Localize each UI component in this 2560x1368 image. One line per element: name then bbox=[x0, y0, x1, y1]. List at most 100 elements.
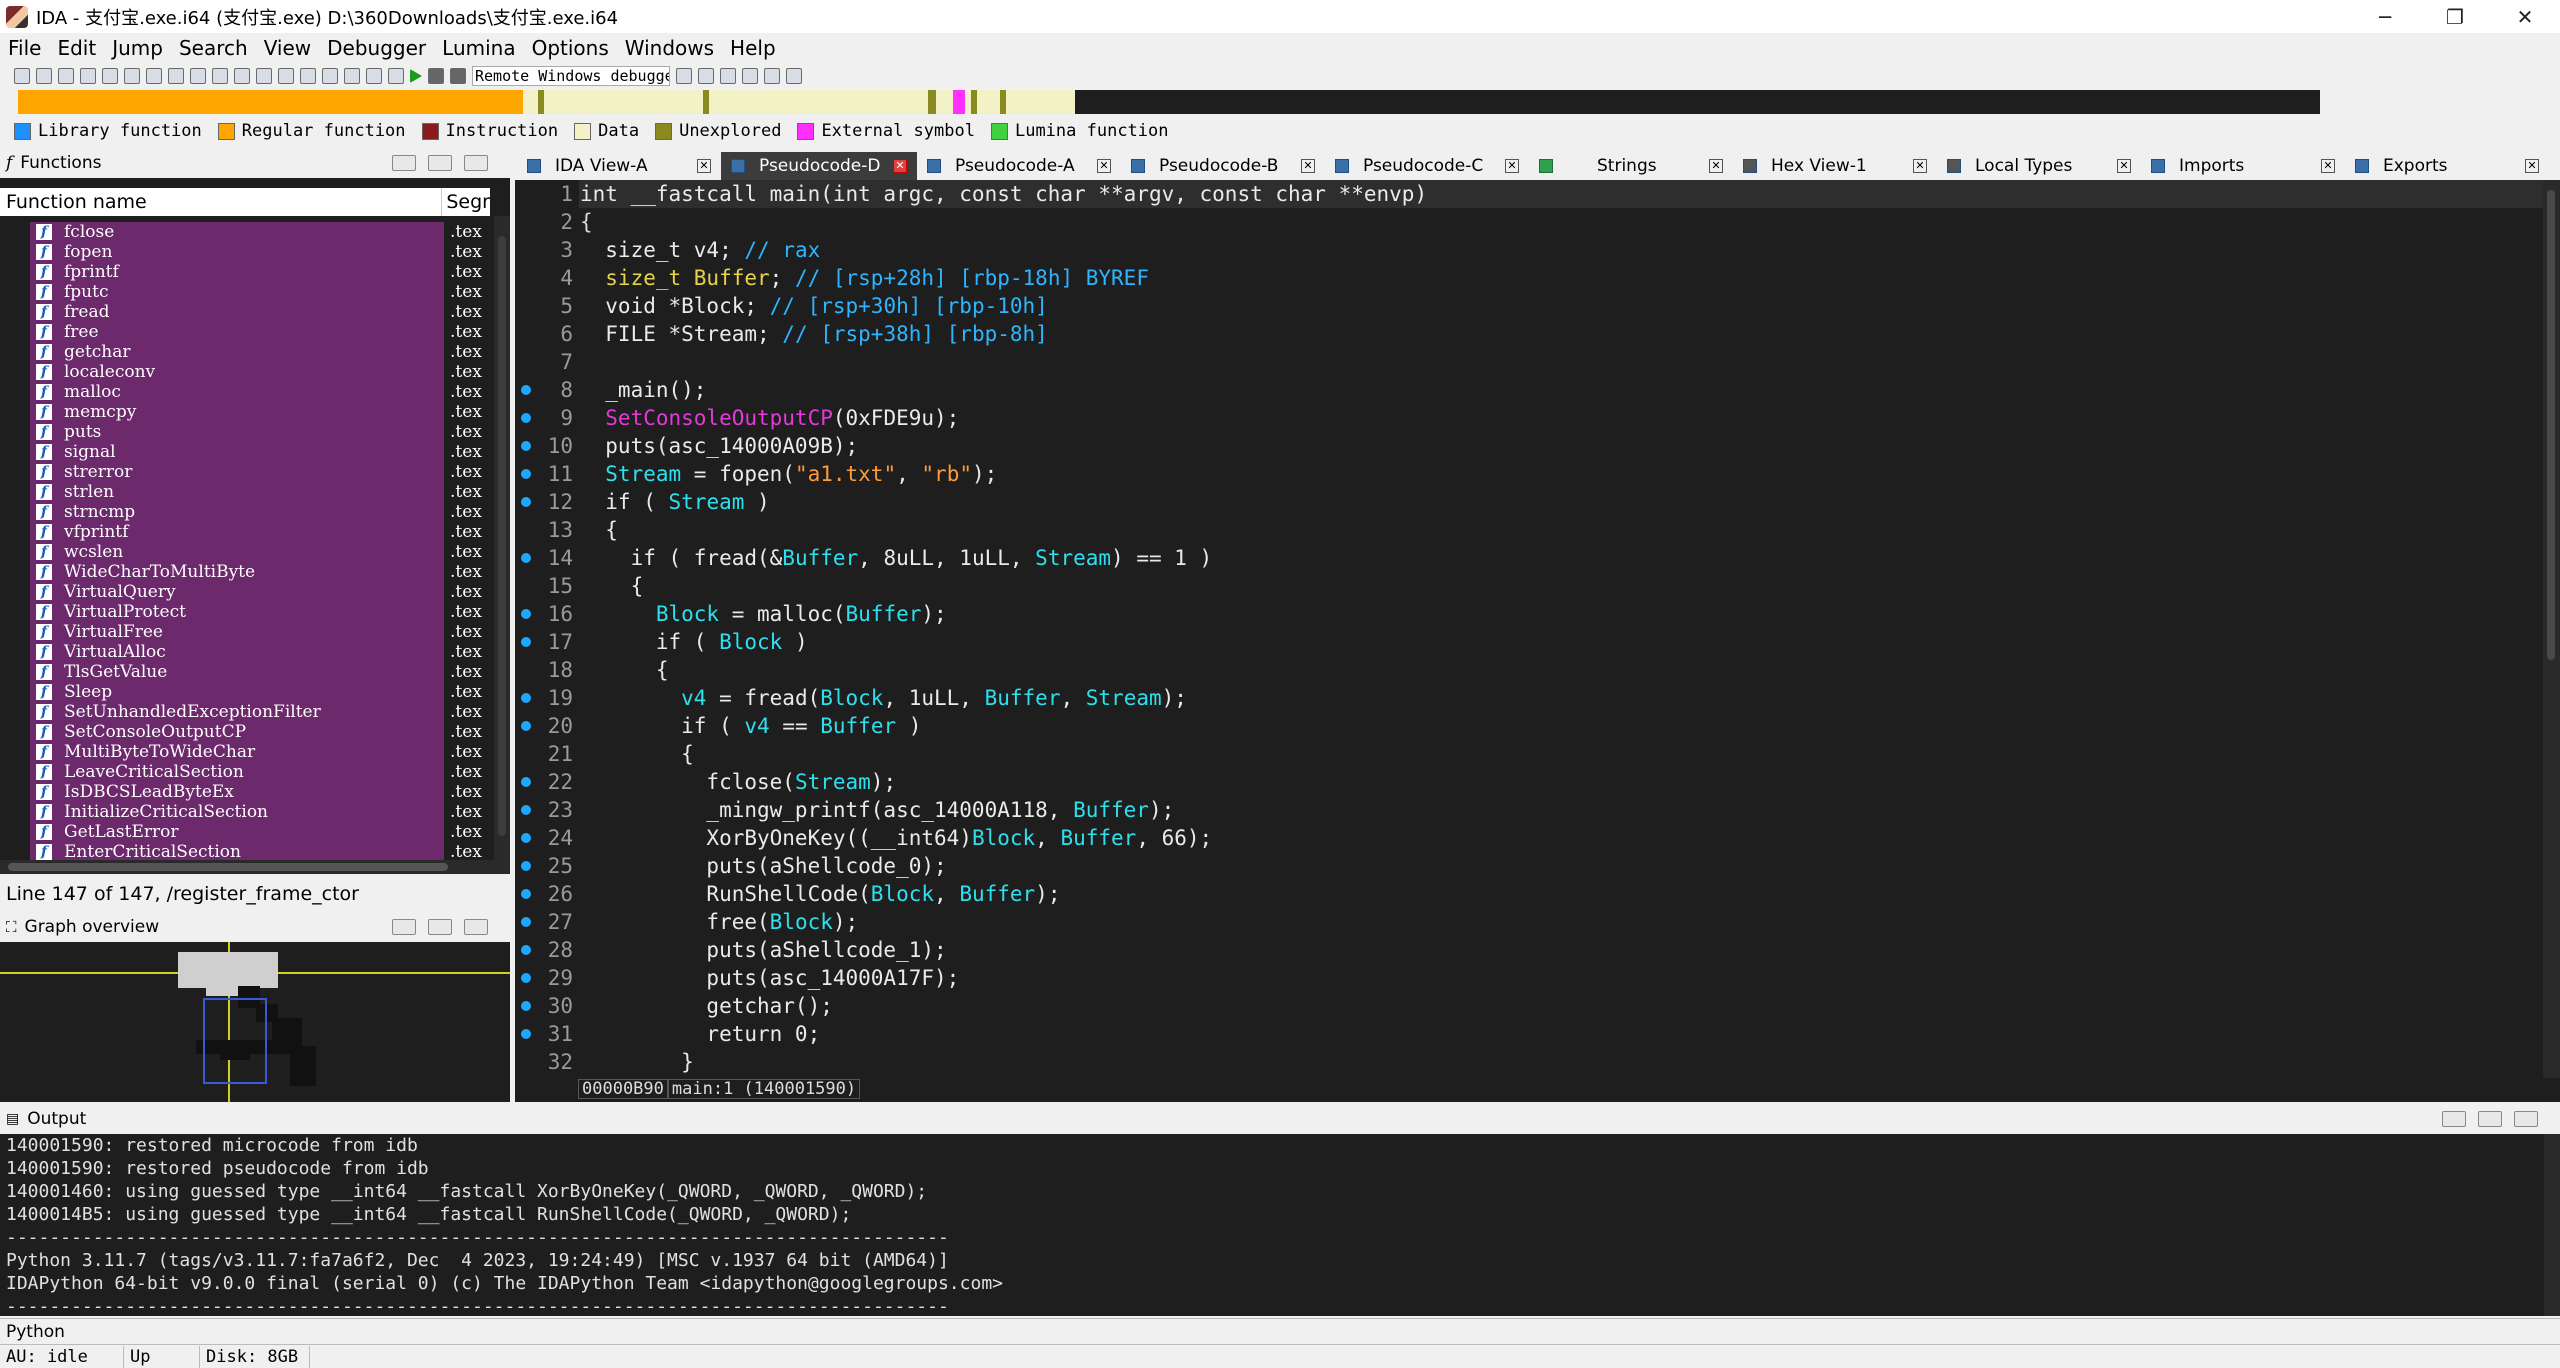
pseudocode-view[interactable]: 1 int __fastcall main(int argc, const cha… bbox=[515, 180, 2543, 1078]
code-line[interactable]: 3 size_t v4; // rax bbox=[515, 236, 2543, 264]
function-row[interactable]: f VirtualQuery .tex bbox=[0, 582, 492, 602]
tab-close-icon[interactable]: ✕ bbox=[2117, 159, 2131, 173]
tab-pseudocode-d[interactable]: Pseudocode-D ✕ bbox=[721, 152, 917, 180]
function-row[interactable]: f fopen .tex bbox=[0, 242, 492, 262]
function-row[interactable]: f fclose .tex bbox=[0, 222, 492, 242]
tab-close-icon[interactable]: ✕ bbox=[1709, 159, 1723, 173]
code-line[interactable]: 1 int __fastcall main(int argc, const cha… bbox=[515, 180, 2543, 208]
tab-pseudocode-b[interactable]: Pseudocode-B ✕ bbox=[1121, 152, 1325, 180]
tab-strings[interactable]: Strings ✕ bbox=[1529, 152, 1733, 180]
code-line[interactable]: 24 XorByOneKey((__int64)Block, Buffer, 6… bbox=[515, 824, 2543, 852]
column-segment[interactable]: Segr bbox=[442, 191, 490, 213]
function-row[interactable]: f puts .tex bbox=[0, 422, 492, 442]
function-row[interactable]: f GetLastError .tex bbox=[0, 822, 492, 842]
code-line[interactable]: 4 size_t Buffer; // [rsp+28h] [rbp-18h] … bbox=[515, 264, 2543, 292]
function-row[interactable]: f fputc .tex bbox=[0, 282, 492, 302]
tab-close-icon[interactable]: ✕ bbox=[2321, 159, 2335, 173]
panel-dock-icon[interactable] bbox=[428, 155, 452, 171]
code-line[interactable]: 17 if ( Block ) bbox=[515, 628, 2543, 656]
graph-overview[interactable] bbox=[0, 942, 510, 1102]
code-line[interactable]: 18 { bbox=[515, 656, 2543, 684]
run-to-icon[interactable] bbox=[786, 68, 802, 84]
function-row[interactable]: f TlsGetValue .tex bbox=[0, 662, 492, 682]
menu-jump[interactable]: Jump bbox=[112, 36, 163, 60]
function-row[interactable]: f VirtualFree .tex bbox=[0, 622, 492, 642]
tab-pseudocode-c[interactable]: Pseudocode-C ✕ bbox=[1325, 152, 1529, 180]
debugger-select[interactable]: Remote Windows debugger bbox=[472, 66, 670, 86]
output-close-icon[interactable] bbox=[2514, 1111, 2538, 1127]
code-line[interactable]: 26 RunShellCode(Block, Buffer); bbox=[515, 880, 2543, 908]
maximize-button[interactable]: ❐ bbox=[2420, 0, 2490, 33]
graph-icon[interactable] bbox=[300, 68, 316, 84]
code-line[interactable]: 32 } bbox=[515, 1048, 2543, 1076]
code-line[interactable]: 25 puts(aShellcode_0); bbox=[515, 852, 2543, 880]
function-row[interactable]: f fprintf .tex bbox=[0, 262, 492, 282]
functions-hscroll[interactable] bbox=[0, 860, 510, 874]
panel-close-icon[interactable] bbox=[464, 155, 488, 171]
menu-options[interactable]: Options bbox=[532, 36, 609, 60]
enum-icon[interactable] bbox=[344, 68, 360, 84]
function-row[interactable]: f getchar .tex bbox=[0, 342, 492, 362]
back-icon[interactable] bbox=[58, 68, 74, 84]
code-line[interactable]: 6 FILE *Stream; // [rsp+38h] [rbp-8h] bbox=[515, 320, 2543, 348]
tab-imports[interactable]: Imports ✕ bbox=[2141, 152, 2345, 180]
code-line[interactable]: 16 Block = malloc(Buffer); bbox=[515, 600, 2543, 628]
function-row[interactable]: f wcslen .tex bbox=[0, 542, 492, 562]
code-icon[interactable] bbox=[212, 68, 228, 84]
function-row[interactable]: f vfprintf .tex bbox=[0, 522, 492, 542]
function-row[interactable]: f SetConsoleOutputCP .tex bbox=[0, 722, 492, 742]
hex-icon[interactable] bbox=[388, 68, 404, 84]
function-row[interactable]: f IsDBCSLeadByteEx .tex bbox=[0, 782, 492, 802]
step-into-icon[interactable] bbox=[742, 68, 758, 84]
code-line[interactable]: 10 puts(asc_14000A09B); bbox=[515, 432, 2543, 460]
function-row[interactable]: f free .tex bbox=[0, 322, 492, 342]
struct-icon[interactable] bbox=[322, 68, 338, 84]
save-icon[interactable] bbox=[36, 68, 52, 84]
code-line[interactable]: 19 v4 = fread(Block, 1uLL, Buffer, Strea… bbox=[515, 684, 2543, 712]
panel-float-icon[interactable] bbox=[392, 155, 416, 171]
function-row[interactable]: f signal .tex bbox=[0, 442, 492, 462]
tab-hex-view-1[interactable]: Hex View-1 ✕ bbox=[1733, 152, 1937, 180]
code-line[interactable]: 30 getchar(); bbox=[515, 992, 2543, 1020]
menu-debugger[interactable]: Debugger bbox=[327, 36, 426, 60]
code-line[interactable]: 2{ bbox=[515, 208, 2543, 236]
code-vscroll[interactable] bbox=[2543, 180, 2560, 1078]
function-row[interactable]: f strlen .tex bbox=[0, 482, 492, 502]
code-line[interactable]: 14 if ( fread(&Buffer, 8uLL, 1uLL, Strea… bbox=[515, 544, 2543, 572]
function-row[interactable]: f EnterCriticalSection .tex bbox=[0, 842, 492, 860]
code-line[interactable]: 27 free(Block); bbox=[515, 908, 2543, 936]
code-line[interactable]: 23 _mingw_printf(asc_14000A118, Buffer); bbox=[515, 796, 2543, 824]
menu-lumina[interactable]: Lumina bbox=[442, 36, 515, 60]
search-icon[interactable] bbox=[124, 68, 140, 84]
search-binary-icon[interactable] bbox=[190, 68, 206, 84]
menu-edit[interactable]: Edit bbox=[57, 36, 96, 60]
function-row[interactable]: f SetUnhandledExceptionFilter .tex bbox=[0, 702, 492, 722]
code-line[interactable]: 28 puts(aShellcode_1); bbox=[515, 936, 2543, 964]
output-vscroll[interactable] bbox=[2544, 1134, 2560, 1316]
code-line[interactable]: 5 void *Block; // [rsp+30h] [rbp-10h] bbox=[515, 292, 2543, 320]
tab-close-icon[interactable]: ✕ bbox=[1301, 159, 1315, 173]
tab-close-icon[interactable]: ✕ bbox=[893, 159, 907, 173]
column-function-name[interactable]: Function name bbox=[0, 188, 443, 216]
tab-close-icon[interactable]: ✕ bbox=[1913, 159, 1927, 173]
function-row[interactable]: f memcpy .tex bbox=[0, 402, 492, 422]
dropdown-icon[interactable] bbox=[676, 68, 692, 84]
segment-icon[interactable] bbox=[366, 68, 382, 84]
detach-icon[interactable] bbox=[720, 68, 736, 84]
code-line[interactable]: 8 _main(); bbox=[515, 376, 2543, 404]
navigation-band[interactable] bbox=[18, 90, 2320, 114]
tab-close-icon[interactable]: ✕ bbox=[1097, 159, 1111, 173]
graph-float-icon[interactable] bbox=[392, 919, 416, 935]
function-row[interactable]: f VirtualProtect .tex bbox=[0, 602, 492, 622]
tab-exports[interactable]: Exports ✕ bbox=[2345, 152, 2549, 180]
graph-close-icon[interactable] bbox=[464, 919, 488, 935]
close-button[interactable]: ✕ bbox=[2490, 0, 2560, 33]
attach-icon[interactable] bbox=[698, 68, 714, 84]
stop-icon[interactable] bbox=[450, 68, 466, 84]
function-row[interactable]: f MultiByteToWideChar .tex bbox=[0, 742, 492, 762]
tab-pseudocode-a[interactable]: Pseudocode-A ✕ bbox=[917, 152, 1121, 180]
menu-windows[interactable]: Windows bbox=[625, 36, 714, 60]
data-icon[interactable] bbox=[234, 68, 250, 84]
menu-file[interactable]: File bbox=[8, 36, 41, 60]
code-line[interactable]: 12 if ( Stream ) bbox=[515, 488, 2543, 516]
